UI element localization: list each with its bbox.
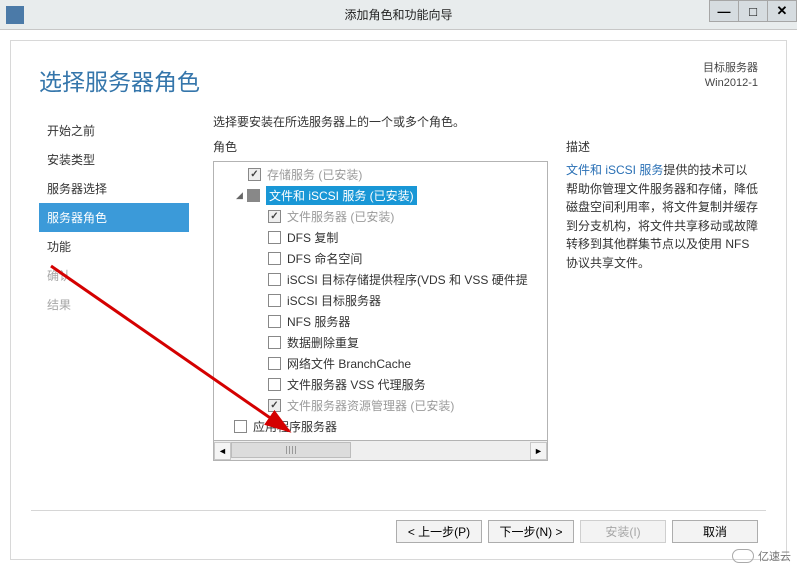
checkbox-icon[interactable] bbox=[268, 273, 281, 286]
instruction-text: 选择要安装在所选服务器上的一个或多个角色。 bbox=[213, 113, 465, 130]
checkbox-mixed-icon[interactable] bbox=[247, 189, 260, 202]
app-icon bbox=[6, 6, 24, 24]
role-dfs-namespace[interactable]: DFS 命名空间 bbox=[214, 248, 547, 269]
description-text: 文件和 iSCSI 服务提供的技术可以帮助你管理文件服务器和存储，降低磁盘空间利… bbox=[566, 161, 758, 273]
roles-label: 角色 bbox=[213, 138, 548, 155]
title-bar: 添加角色和功能向导 — □ ✕ bbox=[0, 0, 797, 30]
nav-confirmation: 确认 bbox=[39, 261, 189, 290]
checkbox-icon[interactable] bbox=[268, 315, 281, 328]
role-file-iscsi[interactable]: ◢ 文件和 iSCSI 服务 (已安装) bbox=[214, 185, 547, 206]
horizontal-scrollbar[interactable]: ◄ ► bbox=[214, 440, 547, 460]
target-server-info: 目标服务器 Win2012-1 bbox=[703, 61, 758, 92]
previous-button[interactable]: < 上一步(P) bbox=[396, 520, 482, 543]
wizard-nav: 开始之前 安装类型 服务器选择 服务器角色 功能 确认 结果 bbox=[39, 116, 189, 504]
description-link: 文件和 iSCSI 服务 bbox=[566, 163, 663, 177]
checkbox-icon[interactable] bbox=[268, 399, 281, 412]
cancel-button[interactable]: 取消 bbox=[672, 520, 758, 543]
scroll-right-icon[interactable]: ► bbox=[530, 442, 547, 460]
install-button: 安装(I) bbox=[580, 520, 666, 543]
role-storage-services[interactable]: 存储服务 (已安装) bbox=[214, 164, 547, 185]
maximize-button[interactable]: □ bbox=[738, 0, 768, 22]
roles-tree-scroll[interactable]: 存储服务 (已安装) ◢ 文件和 iSCSI 服务 (已安装) 文件服务器 (已… bbox=[214, 162, 547, 440]
nav-features[interactable]: 功能 bbox=[39, 232, 189, 261]
roles-tree: 存储服务 (已安装) ◢ 文件和 iSCSI 服务 (已安装) 文件服务器 (已… bbox=[213, 161, 548, 461]
separator bbox=[31, 510, 766, 511]
checkbox-icon[interactable] bbox=[268, 231, 281, 244]
target-server-name: Win2012-1 bbox=[703, 76, 758, 91]
page-title: 选择服务器角色 bbox=[39, 63, 758, 97]
role-deduplication[interactable]: 数据删除重复 bbox=[214, 332, 547, 353]
watermark: 亿速云 bbox=[732, 548, 791, 564]
wizard-content: 选择服务器角色 目标服务器 Win2012-1 开始之前 安装类型 服务器选择 … bbox=[10, 40, 787, 560]
nav-server-selection[interactable]: 服务器选择 bbox=[39, 174, 189, 203]
nav-before-you-begin[interactable]: 开始之前 bbox=[39, 116, 189, 145]
next-button[interactable]: 下一步(N) > bbox=[488, 520, 574, 543]
role-nfs-server[interactable]: NFS 服务器 bbox=[214, 311, 547, 332]
checkbox-icon[interactable] bbox=[248, 168, 261, 181]
checkbox-icon[interactable] bbox=[268, 336, 281, 349]
role-file-server[interactable]: 文件服务器 (已安装) bbox=[214, 206, 547, 227]
nav-results: 结果 bbox=[39, 290, 189, 319]
checkbox-icon[interactable] bbox=[268, 378, 281, 391]
role-fsrm[interactable]: 文件服务器资源管理器 (已安装) bbox=[214, 395, 547, 416]
role-vss-agent[interactable]: 文件服务器 VSS 代理服务 bbox=[214, 374, 547, 395]
checkbox-icon[interactable] bbox=[268, 357, 281, 370]
role-iscsi-target[interactable]: iSCSI 目标服务器 bbox=[214, 290, 547, 311]
role-application-server[interactable]: 应用程序服务器 bbox=[214, 416, 547, 437]
scroll-left-icon[interactable]: ◄ bbox=[214, 442, 231, 460]
role-branchcache[interactable]: 网络文件 BranchCache bbox=[214, 353, 547, 374]
role-iscsi-provider[interactable]: iSCSI 目标存储提供程序(VDS 和 VSS 硬件提 bbox=[214, 269, 547, 290]
nav-installation-type[interactable]: 安装类型 bbox=[39, 145, 189, 174]
role-dfs-replication[interactable]: DFS 复制 bbox=[214, 227, 547, 248]
description-label: 描述 bbox=[566, 138, 758, 155]
minimize-button[interactable]: — bbox=[709, 0, 739, 22]
cloud-icon bbox=[732, 549, 754, 563]
target-server-label: 目标服务器 bbox=[703, 61, 758, 76]
collapse-icon[interactable]: ◢ bbox=[234, 190, 245, 201]
checkbox-icon[interactable] bbox=[234, 420, 247, 433]
close-button[interactable]: ✕ bbox=[767, 0, 797, 22]
checkbox-icon[interactable] bbox=[268, 210, 281, 223]
nav-server-roles[interactable]: 服务器角色 bbox=[39, 203, 189, 232]
window-title: 添加角色和功能向导 bbox=[344, 6, 452, 23]
scroll-thumb[interactable] bbox=[231, 442, 351, 458]
checkbox-icon[interactable] bbox=[268, 294, 281, 307]
checkbox-icon[interactable] bbox=[268, 252, 281, 265]
